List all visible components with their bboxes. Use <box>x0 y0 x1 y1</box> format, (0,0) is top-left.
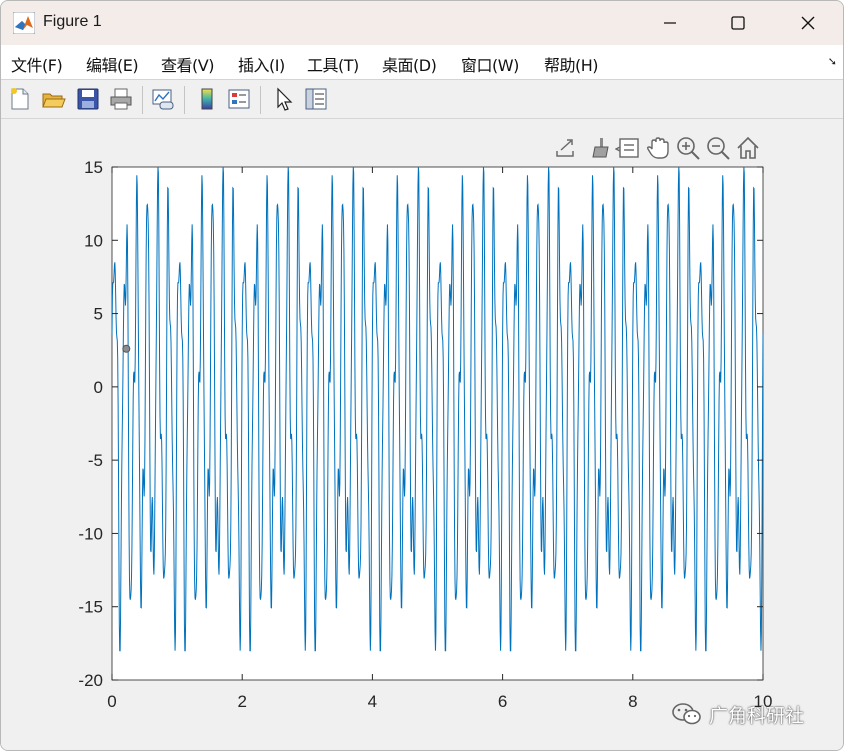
x-tick-label: 4 <box>368 692 377 711</box>
y-tick-label: 5 <box>94 305 103 324</box>
title-bar[interactable]: Figure 1 <box>1 1 843 45</box>
y-tick-label: 15 <box>84 158 103 177</box>
menu-bar: 文件(F) 编辑(E) 查看(V) 插入(I) 工具(T) 桌面(D) 窗口(W… <box>1 45 843 80</box>
save-icon[interactable] <box>75 86 101 112</box>
pointer-icon[interactable] <box>271 86 297 112</box>
link-plot-icon[interactable] <box>150 86 176 112</box>
menu-help[interactable]: 帮助(H) <box>544 52 599 76</box>
figure-window: Figure 1 文件(F) 编辑(E) 查看(V) 插入(I) 工具(T) 桌… <box>0 0 844 751</box>
menu-view[interactable]: 查看(V) <box>161 52 214 76</box>
dock-arrow-icon[interactable]: ➘ <box>828 55 837 68</box>
figure-canvas: 0 2 4 6 8 10 -20 -15 -10 -5 0 5 10 15 <box>1 119 843 750</box>
x-tick-label: 0 <box>107 692 116 711</box>
watermark-text: 广角科研社 <box>709 704 805 727</box>
y-tick-label: 0 <box>94 378 103 397</box>
y-tick-label: -10 <box>78 524 103 543</box>
y-tick-label: -5 <box>88 451 103 470</box>
line-plot: 0 2 4 6 8 10 -20-15-10-5051015 <box>78 158 772 711</box>
y-tick-label: -20 <box>78 671 103 690</box>
minimize-button[interactable] <box>647 1 693 45</box>
y-tick-label: -15 <box>78 598 103 617</box>
close-button[interactable] <box>785 1 831 45</box>
x-tick-label: 8 <box>628 692 637 711</box>
legend-icon[interactable] <box>226 86 252 112</box>
x-tick-label: 2 <box>237 692 246 711</box>
colorbar-icon[interactable] <box>194 86 220 112</box>
new-figure-icon[interactable] <box>7 86 33 112</box>
axes-background <box>111 166 764 681</box>
x-tick-label: 6 <box>498 692 507 711</box>
matlab-app-icon <box>13 12 35 34</box>
y-tick-label: 10 <box>84 231 103 250</box>
print-icon[interactable] <box>108 86 134 112</box>
close-icon <box>801 16 815 30</box>
window-title: Figure 1 <box>43 13 102 30</box>
data-point-marker[interactable] <box>122 344 131 353</box>
maximize-button[interactable] <box>715 1 761 45</box>
menu-desktop[interactable]: 桌面(D) <box>382 52 437 76</box>
toolbar-separator <box>260 86 261 114</box>
toolbar-separator <box>184 86 185 114</box>
menu-tools[interactable]: 工具(T) <box>307 52 359 76</box>
wechat-icon <box>672 703 701 725</box>
property-inspector-icon[interactable] <box>303 86 329 112</box>
figure-toolbar <box>1 80 843 119</box>
toolbar-separator <box>142 86 143 114</box>
minimize-icon <box>664 22 676 24</box>
menu-insert[interactable]: 插入(I) <box>238 52 285 76</box>
menu-file[interactable]: 文件(F) <box>11 52 63 76</box>
open-file-icon[interactable] <box>40 86 66 112</box>
maximize-icon <box>731 16 745 30</box>
menu-edit[interactable]: 编辑(E) <box>86 52 139 76</box>
watermark: 广角科研社 <box>671 699 804 729</box>
menu-window[interactable]: 窗口(W) <box>461 52 519 76</box>
